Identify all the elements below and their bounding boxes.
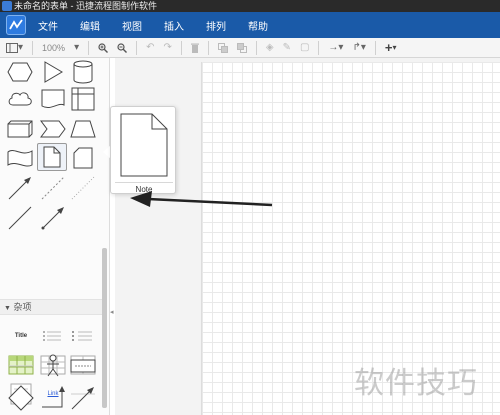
delete-icon[interactable]: [190, 43, 199, 53]
toolbar-divider: [318, 40, 320, 55]
page-layout-icon[interactable]: ▾: [6, 42, 23, 53]
menu-edit[interactable]: 编辑: [80, 18, 100, 33]
menu-arrange[interactable]: 排列: [206, 18, 226, 33]
title-shape-label: Title: [14, 333, 28, 339]
menu-view[interactable]: 视图: [122, 18, 142, 33]
tooltip-divider: [115, 182, 173, 183]
line-shape[interactable]: [5, 204, 35, 232]
zoom-dropdown-icon[interactable]: ▾: [74, 42, 79, 53]
note-preview-icon: [120, 113, 168, 177]
section-misc-header[interactable]: ▼ 杂项: [0, 299, 102, 315]
undo-icon[interactable]: ↶: [146, 42, 154, 53]
chevron-down-icon: ▼: [4, 305, 11, 312]
connection-icon[interactable]: →▾: [328, 42, 343, 53]
diamond-shape[interactable]: [6, 384, 36, 412]
tooltip-shape-name: Note: [135, 185, 153, 194]
numbered-list-shape[interactable]: [68, 322, 98, 350]
toolbar: ▾ 100% ▾ ↶ ↷ ◈ ✎ ▢ →▾ ↱▾ + ▾: [0, 38, 500, 58]
menu-file[interactable]: 文件: [38, 18, 58, 33]
sidebar-collapse-handle[interactable]: ◂: [110, 308, 114, 316]
bidirectional-arrow-shape[interactable]: [38, 204, 68, 232]
to-back-icon[interactable]: [236, 42, 247, 53]
toolbar-divider: [88, 40, 90, 55]
toolbar-divider: [207, 40, 209, 55]
zigzag-logo-icon[interactable]: [6, 15, 26, 35]
arrow-line-shape[interactable]: [5, 174, 35, 202]
zoom-in-icon[interactable]: [98, 42, 109, 53]
fill-color-icon[interactable]: ◈: [266, 42, 274, 53]
section-misc-label: 杂项: [13, 302, 32, 312]
toolbar-divider: [180, 40, 182, 55]
redo-icon[interactable]: ↷: [163, 42, 171, 53]
trapezoid-shape[interactable]: [68, 115, 98, 143]
window-title: 未命名的表单 - 迅捷流程图制作软件: [14, 1, 157, 11]
flowchart-app-icon: [2, 1, 12, 11]
tape-shape[interactable]: [5, 144, 35, 172]
triangle-shape[interactable]: [38, 58, 68, 86]
step-shape[interactable]: [38, 115, 68, 143]
hexagon-shape[interactable]: [5, 58, 35, 86]
title-shape[interactable]: Title: [6, 322, 36, 350]
internal-storage-shape[interactable]: [38, 85, 68, 113]
line-color-icon[interactable]: ✎: [283, 42, 291, 53]
menu-help[interactable]: 帮助: [248, 18, 268, 33]
to-front-icon[interactable]: [217, 42, 228, 53]
dashed-line-shape[interactable]: [38, 174, 68, 202]
insert-icon[interactable]: + ▾: [385, 40, 397, 55]
watermark-text: 软件技巧: [354, 366, 478, 401]
toolbar-divider: [255, 40, 257, 55]
toolbar-divider: [374, 40, 376, 55]
toolbar-divider: [32, 40, 34, 55]
callout-box-shape[interactable]: [68, 352, 98, 380]
waypoints-icon[interactable]: ↱▾: [352, 42, 365, 53]
cube-shape[interactable]: [5, 115, 35, 143]
shadow-icon[interactable]: ▢: [300, 42, 309, 53]
grid-shape[interactable]: [68, 85, 98, 113]
dotted-line-shape[interactable]: [68, 174, 98, 202]
window-title-bar: 未命名的表单 - 迅捷流程图制作软件: [0, 0, 500, 12]
cloud-shape[interactable]: [5, 85, 35, 113]
diagonal-arrow-shape[interactable]: [68, 384, 98, 412]
actor-shape[interactable]: [38, 352, 68, 380]
elbow-connector-shape[interactable]: [38, 384, 68, 412]
sidebar-scrollbar[interactable]: [102, 248, 107, 408]
text-label-shape[interactable]: [6, 352, 36, 380]
note-shape[interactable]: [37, 143, 67, 171]
menu-insert[interactable]: 插入: [164, 18, 184, 33]
zoom-level[interactable]: 100%: [42, 43, 65, 53]
bullet-list-shape[interactable]: [38, 322, 68, 350]
menu-bar: 文件 编辑 视图 插入 排列 帮助: [0, 12, 500, 38]
shape-preview-tooltip: Note: [110, 106, 176, 194]
zoom-out-icon[interactable]: [117, 42, 128, 53]
card-shape[interactable]: [68, 144, 98, 172]
toolbar-divider: [136, 40, 138, 55]
cylinder-shape[interactable]: [68, 58, 98, 86]
